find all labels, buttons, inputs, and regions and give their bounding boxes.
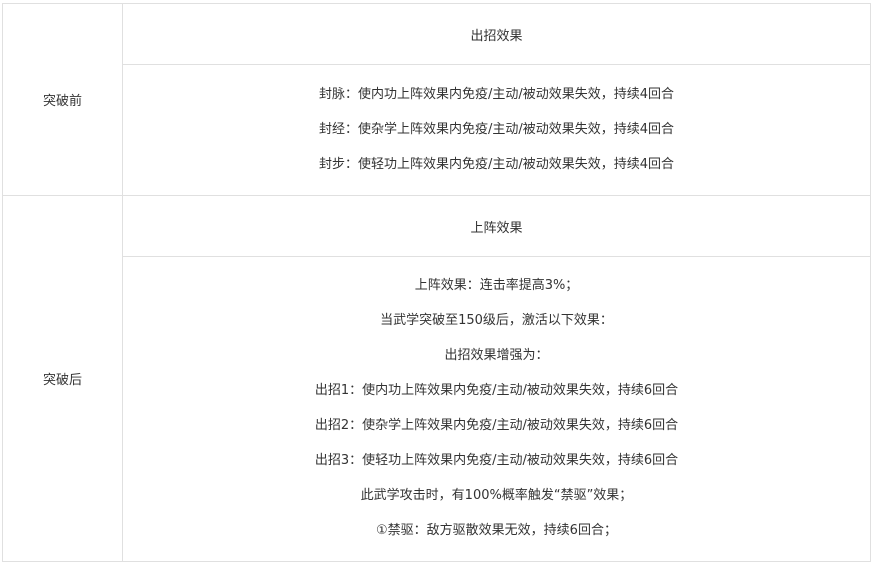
row-label-cell: 突破前 <box>3 4 123 195</box>
section-header-cell: 上阵效果 <box>123 196 870 257</box>
section-header: 出招效果 <box>470 28 523 44</box>
effect-line: 此武学攻击时，有100%概率触发“禁驱”效果； <box>360 488 633 503</box>
effect-line: 出招效果增强为： <box>444 348 549 363</box>
effect-line: 出招1：使内功上阵效果内免疫/主动/被动效果失效，持续6回合 <box>314 383 679 398</box>
effect-line: 封步：使轻功上阵效果内免疫/主动/被动效果失效，持续4回合 <box>318 157 675 172</box>
section-header-cell: 出招效果 <box>123 4 870 65</box>
table-row-before-breakthrough: 突破前 出招效果 封脉：使内功上阵效果内免疫/主动/被动效果失效，持续4回合 封… <box>3 4 870 196</box>
effect-line: 封经：使杂学上阵效果内免疫/主动/被动效果失效，持续4回合 <box>318 122 675 137</box>
section-header: 上阵效果 <box>470 220 523 236</box>
effects-table: 突破前 出招效果 封脉：使内功上阵效果内免疫/主动/被动效果失效，持续4回合 封… <box>2 3 871 562</box>
row-label-cell: 突破后 <box>3 196 123 561</box>
effect-line: 当武学突破至150级后，激活以下效果： <box>380 313 613 328</box>
table-row-after-breakthrough: 突破后 上阵效果 上阵效果：连击率提高3%； 当武学突破至150级后，激活以下效… <box>3 196 870 561</box>
effect-line: 封脉：使内功上阵效果内免疫/主动/被动效果失效，持续4回合 <box>318 87 675 102</box>
section-body: 封脉：使内功上阵效果内免疫/主动/被动效果失效，持续4回合 封经：使杂学上阵效果… <box>123 65 870 195</box>
effect-line: 出招2：使杂学上阵效果内免疫/主动/被动效果失效，持续6回合 <box>314 418 679 433</box>
row-content: 上阵效果 上阵效果：连击率提高3%； 当武学突破至150级后，激活以下效果： 出… <box>123 196 870 561</box>
effect-line: 出招3：使轻功上阵效果内免疫/主动/被动效果失效，持续6回合 <box>314 453 679 468</box>
row-label: 突破前 <box>42 94 82 109</box>
effect-line: ①禁驱：敌方驱散效果无效，持续6回合； <box>376 523 617 538</box>
section-body: 上阵效果：连击率提高3%； 当武学突破至150级后，激活以下效果： 出招效果增强… <box>123 257 870 561</box>
effect-line: 上阵效果：连击率提高3%； <box>414 278 579 293</box>
row-label: 突破后 <box>42 373 82 388</box>
row-content: 出招效果 封脉：使内功上阵效果内免疫/主动/被动效果失效，持续4回合 封经：使杂… <box>123 4 870 195</box>
